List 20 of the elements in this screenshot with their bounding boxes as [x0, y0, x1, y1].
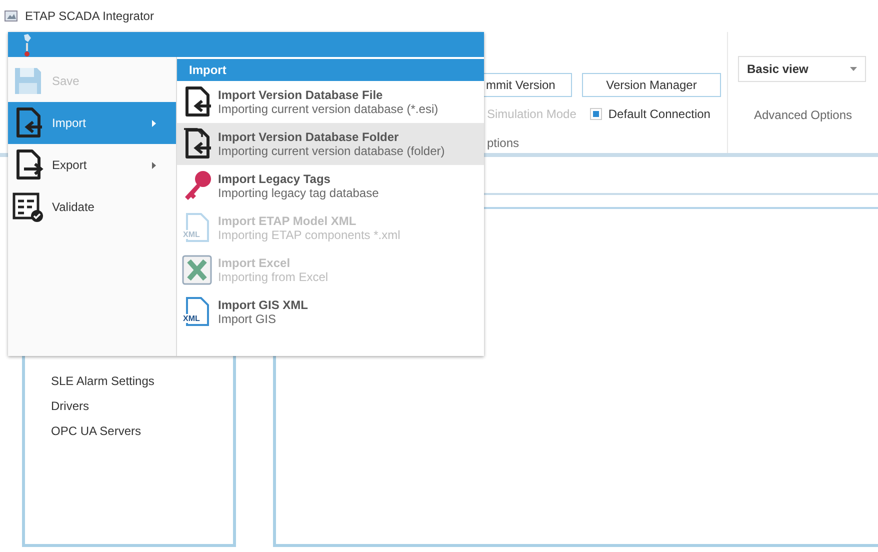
submenu-item[interactable]: Import Legacy Tags Importing legacy tag database — [177, 165, 484, 207]
file-type-label: XML — [182, 314, 201, 323]
view-dropdown[interactable]: Basic view — [738, 56, 866, 82]
tree-item[interactable]: Drivers — [51, 394, 233, 419]
group-label: ptions — [486, 136, 520, 150]
group-label: Advanced Options — [752, 108, 854, 122]
menu-item[interactable]: Export — [8, 144, 176, 186]
ribbon-button[interactable]: Version Manager — [582, 73, 721, 97]
window-title: ETAP SCADA Integrator — [25, 9, 154, 23]
tree-item[interactable]: SLE Alarm Settings — [51, 369, 233, 394]
file-type-label: XML — [182, 230, 201, 239]
submenu-item[interactable]: Import Version Database Folder Importing current version database (folder) — [177, 123, 484, 165]
checkbox-label: Default Connection — [608, 107, 710, 121]
submenu-item[interactable]: XML Import GIS XML Import GIS — [177, 291, 484, 333]
ribbon-button[interactable]: mmit Version — [484, 73, 572, 97]
submenu-title: Import — [177, 59, 484, 81]
checkbox-label: Simulation Mode — [487, 107, 576, 121]
tree-item[interactable]: OPC UA Servers — [51, 419, 233, 444]
submenu-item[interactable]: Import Version Database File Importing current version database (*.esi) — [177, 81, 484, 123]
menu-item[interactable]: Validate — [8, 186, 176, 228]
